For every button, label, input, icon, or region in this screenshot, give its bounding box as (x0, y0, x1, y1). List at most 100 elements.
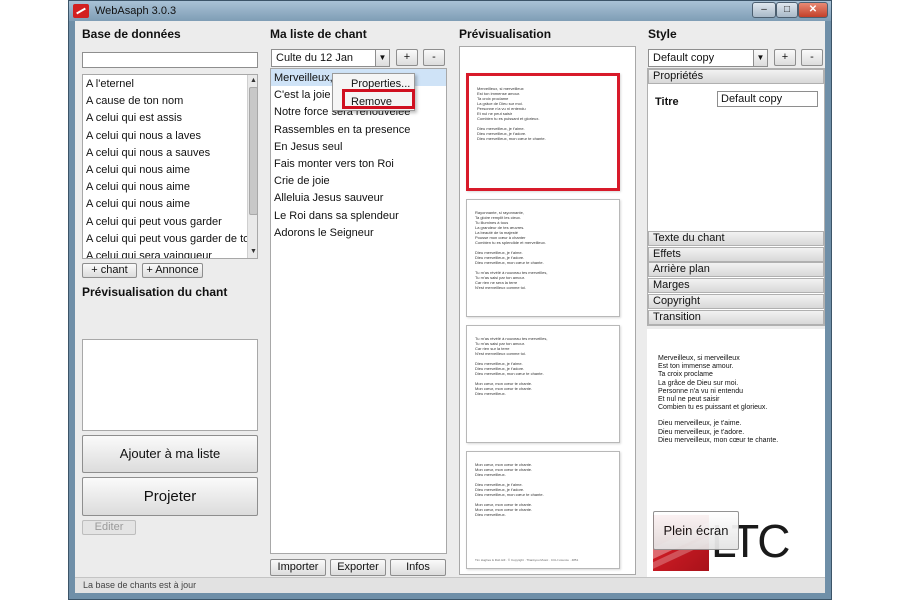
remove-highlight-frame (342, 89, 415, 109)
add-playlist-button[interactable]: + (396, 49, 418, 66)
playlist-item[interactable]: Adorons le Seigneur (274, 227, 374, 239)
import-button[interactable]: Importer (270, 559, 326, 576)
export-button[interactable]: Exporter (330, 559, 386, 576)
style-preview-line: Est ton immense amour. (658, 363, 734, 371)
edit-button[interactable]: Editer (82, 520, 136, 535)
playlist-item[interactable]: Alleluia Jesus sauveur (274, 192, 383, 204)
slide-line: Dieu merveilleux, mon cœur te chante. (477, 136, 546, 141)
playlist-item[interactable]: Rassembles en ta presence (274, 124, 410, 136)
playlist-header: Ma liste de chant (270, 27, 367, 41)
style-section-header[interactable]: Marges (648, 278, 824, 294)
slide-copyright-footer: Tim Hughes & Rob Hill · © Copyright · Th… (475, 558, 579, 562)
song-list-item[interactable]: A celui qui nous a sauves (86, 147, 210, 159)
song-list-item[interactable]: A celui qui nous a laves (86, 130, 201, 142)
song-search-input[interactable] (82, 52, 258, 68)
style-preview-line: La grâce de Dieu sur moi. (658, 379, 739, 387)
style-properties-panel: Propriétés Titre Default copy Texte du c… (647, 68, 825, 326)
window-title: WebAsaph 3.0.3 (95, 5, 177, 17)
maximize-button[interactable]: □ (776, 2, 798, 18)
song-preview-header: Prévisualisation du chant (82, 285, 228, 299)
song-preview-box (82, 339, 258, 431)
style-section-header[interactable]: Effets (648, 246, 824, 262)
info-button[interactable]: Infos (390, 559, 446, 576)
song-list-item[interactable]: A celui qui nous aime (86, 198, 190, 210)
style-header: Style (648, 27, 677, 41)
slide-thumbnail[interactable]: Tu m'as révélé à nouveau tes merveilles,… (466, 325, 620, 443)
close-button[interactable]: ✕ (798, 2, 828, 18)
slide-line: Dieu merveilleux. (475, 391, 506, 396)
project-button[interactable]: Projeter (82, 477, 258, 516)
app-window: WebAsaph 3.0.3 – □ ✕ Base de données A l… (68, 0, 832, 600)
status-bar: La base de chants est à jour (75, 577, 825, 593)
song-list-scrollbar[interactable]: ▲ ▼ (247, 75, 257, 258)
song-database-list[interactable]: A l'eternel A cause de ton nom A celui qui… (82, 74, 258, 259)
slide-thumbnail[interactable]: Rayonnante, si rayonnante, Ta gloire remp… (466, 199, 620, 317)
chevron-down-icon[interactable]: ▼ (375, 50, 389, 66)
scroll-up-icon[interactable]: ▲ (249, 76, 257, 85)
song-list-item[interactable]: A cause de ton nom (86, 95, 183, 107)
playlist-item[interactable]: En Jesus seul (274, 141, 342, 153)
title-bar[interactable]: WebAsaph 3.0.3 – □ ✕ (69, 1, 831, 21)
slide-line: Dieu merveilleux. (475, 512, 506, 517)
scroll-thumb[interactable] (249, 87, 257, 215)
slide-thumbnail[interactable]: Merveilleux, si merveilleux Est ton immen… (466, 73, 620, 191)
minimize-button[interactable]: – (752, 2, 776, 18)
remove-style-button[interactable]: - (801, 49, 823, 66)
song-list-item[interactable]: A celui qui peut vous garder (86, 216, 222, 228)
fullscreen-button[interactable]: Plein écran (653, 511, 739, 550)
style-preview-line: Dieu merveilleux, je t'adore. (658, 428, 745, 436)
remove-playlist-button[interactable]: - (423, 49, 445, 66)
playlist-item[interactable]: Crie de joie (274, 175, 330, 187)
status-message: La base de chants est à jour (83, 580, 197, 590)
add-song-button[interactable]: + chant (82, 263, 137, 278)
song-list-item[interactable]: A celui qui est assis (86, 112, 182, 124)
slide-text: Mon cœur, mon cœur te chante. Mon cœur, m… (467, 462, 619, 517)
style-section-header[interactable]: Transition (648, 309, 824, 325)
playlist-item[interactable]: Le Roi dans sa splendeur (274, 210, 399, 222)
title-input-value: Default copy (721, 93, 783, 105)
style-preview-line: Personne n'a vu ni entendu (658, 387, 744, 395)
playlist-item[interactable]: C'est la joie (274, 89, 331, 101)
playlist-item[interactable]: Fais monter vers ton Roi (274, 158, 394, 170)
scroll-down-icon[interactable]: ▼ (249, 247, 257, 256)
style-preview-line: Combien tu es puissant et glorieux. (658, 404, 768, 412)
style-preview-line: Et nul ne peut saisir (658, 396, 720, 404)
style-section-header[interactable]: Arrière plan (648, 262, 824, 278)
add-to-list-button[interactable]: Ajouter à ma liste (82, 435, 258, 473)
style-preview-line: Dieu merveilleux, mon cœur te chante. (658, 436, 779, 444)
database-header: Base de données (82, 27, 181, 41)
preview-header: Prévisualisation (459, 27, 552, 41)
title-input[interactable]: Default copy (717, 91, 818, 107)
song-list-item[interactable]: A celui qui peut vous garder de tombe (86, 233, 257, 245)
slide-text: Tu m'as révélé à nouveau tes merveilles,… (467, 336, 619, 396)
style-preview-text: Merveilleux, si merveilleux Est ton immen… (658, 355, 818, 445)
slide-thumbnail[interactable]: Mon cœur, mon cœur te chante. Mon cœur, m… (466, 451, 620, 569)
main-client-area: Base de données A l'eternel A cause de to… (75, 21, 825, 593)
style-select-value: Default copy (653, 52, 715, 64)
style-preview-line: Ta croix proclame (658, 371, 713, 379)
style-preview-line: Merveilleux, si merveilleux (658, 355, 740, 362)
style-select[interactable]: Default copy ▼ (648, 49, 768, 67)
properties-section-header[interactable]: Propriétés (648, 69, 824, 84)
playlist-select-value: Culte du 12 Jan (276, 52, 354, 64)
slide-text: Rayonnante, si rayonnante, Ta gloire remp… (467, 210, 619, 290)
song-list-item[interactable]: A celui qui nous aime (86, 181, 190, 193)
style-section-header[interactable]: Texte du chant (648, 231, 824, 246)
add-announcement-button[interactable]: + Annonce (142, 263, 203, 278)
style-section-header[interactable]: Copyright (648, 293, 824, 309)
song-list-item[interactable]: A l'eternel (86, 78, 134, 90)
chevron-down-icon[interactable]: ▼ (753, 50, 767, 66)
app-logo-icon (73, 4, 89, 18)
playlist-select[interactable]: Culte du 12 Jan ▼ (271, 49, 390, 67)
song-list-item[interactable]: A celui qui sera vainqueur (86, 250, 212, 258)
add-style-button[interactable]: + (774, 49, 796, 66)
playlist-list[interactable]: Merveilleux, si merveilleuxC'est la joie… (270, 68, 447, 554)
style-preview-line (658, 412, 818, 420)
song-list-item[interactable]: A celui qui nous aime (86, 164, 190, 176)
style-preview-line: Dieu merveilleux, je t'aime. (658, 420, 742, 428)
slide-text: Merveilleux, si merveilleux Est ton immen… (469, 86, 617, 141)
title-label: Titre (655, 96, 679, 108)
slide-line: N'est merveilleux comme toi. (475, 285, 526, 290)
style-preview-area: Merveilleux, si merveilleux Est ton immen… (647, 329, 825, 577)
slide-preview-list[interactable]: Merveilleux, si merveilleux Est ton immen… (459, 46, 636, 575)
